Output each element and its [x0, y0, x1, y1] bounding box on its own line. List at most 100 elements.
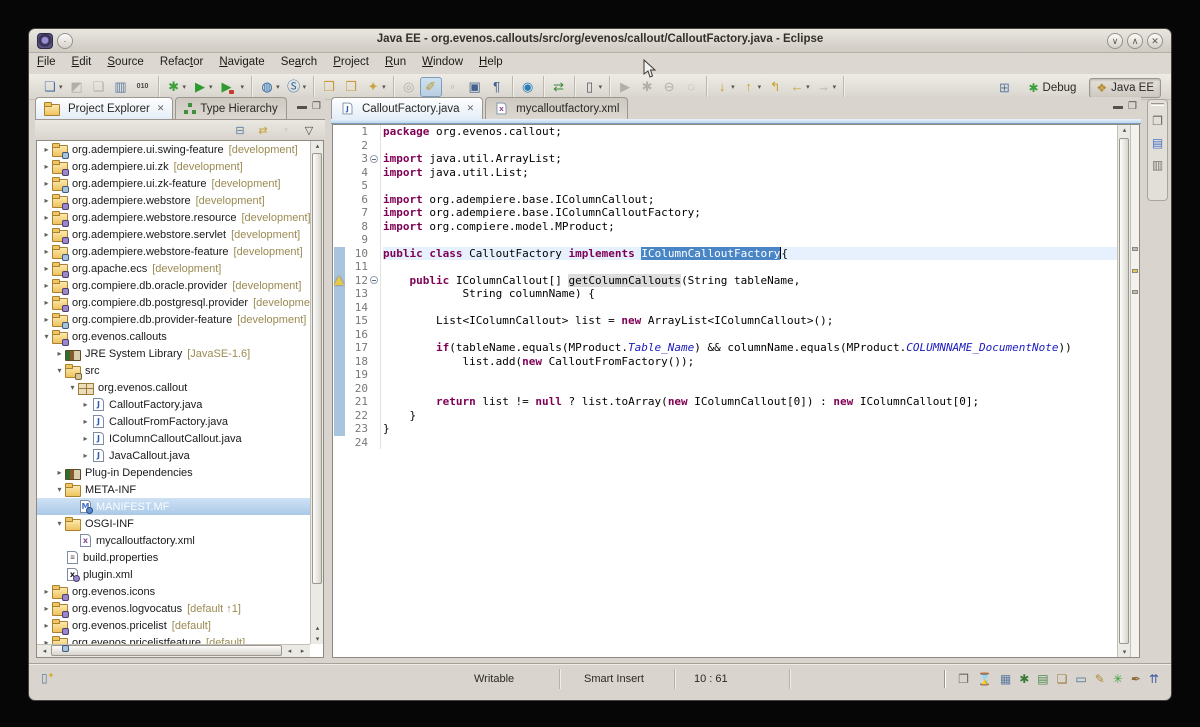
ant-build-icon[interactable]: ✱ [1019, 669, 1029, 689]
dropdown-arrow-icon[interactable]: ▾ [241, 83, 245, 91]
folding-column[interactable] [368, 395, 381, 409]
maximize-view-icon[interactable]: ❒ [312, 101, 321, 112]
dropdown-arrow-icon[interactable]: ▾ [806, 83, 810, 91]
scroll-left-icon[interactable]: ◂ [38, 647, 51, 655]
maximize-button[interactable]: ∧ [1127, 33, 1143, 49]
folding-column[interactable] [368, 274, 381, 288]
minimize-view-icon[interactable]: ▬ [297, 101, 307, 112]
code-line-9[interactable]: 9 [346, 233, 1117, 247]
tree-item-src[interactable]: ▾src [37, 362, 310, 379]
expanded-arrow-icon[interactable]: ▾ [54, 519, 65, 528]
code-line-23[interactable]: 23} [346, 422, 1117, 436]
fold-collapse-icon[interactable] [370, 155, 378, 163]
print-button[interactable]: ▥ [110, 77, 132, 97]
folding-column[interactable] [368, 260, 381, 274]
new-wizard-button[interactable]: ❏▾ [39, 77, 66, 97]
menu-run[interactable]: Run [377, 53, 414, 74]
dropdown-arrow-icon[interactable]: ▾ [731, 83, 735, 91]
collapsed-arrow-icon[interactable]: ▸ [41, 145, 52, 154]
menu-help[interactable]: Help [471, 53, 511, 74]
tree-item-calloutfactory-java[interactable]: ▸JCalloutFactory.java [37, 396, 310, 413]
previous-annotation-button[interactable]: ↑▾ [738, 77, 765, 97]
maximize-editor-icon[interactable]: ❒ [1128, 101, 1137, 112]
folding-column[interactable] [368, 125, 381, 139]
tree-item-org-adempiere-ui-zk[interactable]: ▸org.adempiere.ui.zk[development] [37, 158, 310, 175]
overview-ruler[interactable] [1130, 125, 1139, 657]
view-menu-button[interactable]: ▽ [301, 124, 317, 137]
fold-collapse-icon[interactable] [370, 276, 378, 284]
drag-handle[interactable] [944, 670, 946, 688]
tab-project-explorer[interactable]: Project Explorer✕ [35, 97, 173, 119]
notepad-icon[interactable]: ✎ [1095, 669, 1105, 689]
folding-column[interactable] [368, 220, 381, 234]
occurrence-overview-marker[interactable] [1132, 247, 1138, 251]
filters-button[interactable]: ◦ [278, 124, 294, 136]
tree-item-javacallout-java[interactable]: ▸JJavaCallout.java [37, 447, 310, 464]
tree-item-meta-inf[interactable]: ▾META-INF [37, 481, 310, 498]
tree-item-org-evenos-callout[interactable]: ▾org.evenos.callout [37, 379, 310, 396]
tree-item-org-adempiere-webstore-feature[interactable]: ▸org.adempiere.webstore-feature[developm… [37, 243, 310, 260]
link-with-editor-button[interactable]: ⇄ [255, 124, 271, 137]
close-tab-icon[interactable]: ✕ [467, 103, 475, 114]
tab-type-hierarchy[interactable]: Type Hierarchy [175, 97, 286, 119]
code-line-5[interactable]: 5 [346, 179, 1117, 193]
tree-item-org-adempiere-ui-swing-feature[interactable]: ▸org.adempiere.ui.swing-feature[developm… [37, 141, 310, 158]
perspective-java-ee[interactable]: ❖Java EE [1089, 78, 1161, 98]
project-tree[interactable]: ▸org.adempiere.ui.swing-feature[developm… [36, 140, 324, 658]
collapsed-arrow-icon[interactable]: ▸ [80, 417, 91, 426]
last-edit-location-button[interactable]: ↰ [764, 77, 786, 97]
folding-column[interactable] [368, 422, 381, 436]
scroll-down-icon[interactable]: ▾ [311, 635, 324, 643]
tree-item-org-adempiere-webstore-servlet[interactable]: ▸org.adempiere.webstore.servlet[developm… [37, 226, 310, 243]
collapsed-arrow-icon[interactable]: ▸ [80, 434, 91, 443]
outline-view-button[interactable]: ▤ [1152, 136, 1163, 150]
search-button[interactable]: ✦▾ [362, 77, 389, 97]
menu-file[interactable]: File [29, 53, 64, 74]
code-line-18[interactable]: 18 list.add(new CalloutFromFactory()); [346, 355, 1117, 369]
folding-column[interactable] [368, 301, 381, 315]
collapsed-arrow-icon[interactable]: ▸ [80, 451, 91, 460]
scroll-left-icon[interactable]: ◂ [283, 647, 296, 655]
collapsed-arrow-icon[interactable]: ▸ [41, 230, 52, 239]
open-perspective-button[interactable]: ⊞ [993, 78, 1015, 98]
code-line-7[interactable]: 7import org.adempiere.base.IColumnCallou… [346, 206, 1117, 220]
restore-views-button[interactable]: ❐ [1152, 114, 1163, 128]
collapsed-arrow-icon[interactable]: ▸ [41, 264, 52, 273]
tree-vertical-scrollbar[interactable]: ▴ ▴ ▾ [310, 141, 323, 644]
console-view-button[interactable]: ▥ [1152, 158, 1163, 172]
tree-item-plugin-xml[interactable]: xplugin.xml [37, 566, 310, 583]
dropdown-arrow-icon[interactable]: ▾ [833, 83, 837, 91]
folding-column[interactable] [368, 193, 381, 207]
perspective-debug[interactable]: ✱Debug [1021, 78, 1083, 98]
collapsed-arrow-icon[interactable]: ▸ [41, 162, 52, 171]
arrows-up-icon[interactable]: ⇈ [1149, 669, 1159, 689]
dropdown-arrow-icon[interactable]: ▾ [758, 83, 762, 91]
folding-column[interactable] [368, 328, 381, 342]
tree-item-org-evenos-icons[interactable]: ▸org.evenos.icons [37, 583, 310, 600]
code-line-11[interactable]: 11 [346, 260, 1117, 274]
back-button[interactable]: ←▾ [786, 77, 813, 97]
tree-item-calloutfromfactory-java[interactable]: ▸JCalloutFromFactory.java [37, 413, 310, 430]
expanded-arrow-icon[interactable]: ▾ [54, 485, 65, 494]
collapsed-arrow-icon[interactable]: ▸ [41, 213, 52, 222]
dropdown-arrow-icon[interactable]: ▾ [59, 83, 63, 91]
tree-item-manifest-mf[interactable]: MMANIFEST.MF [37, 498, 310, 515]
menu-refactor[interactable]: Refactor [152, 53, 211, 74]
editor-vertical-scrollbar[interactable]: ▴ ▾ [1117, 125, 1130, 657]
tree-horizontal-scrollbar[interactable]: ◂ ◂ ▸ [37, 644, 310, 657]
code-line-16[interactable]: 16 [346, 328, 1117, 342]
tree-item-jre-system-library[interactable]: ▸JRE System Library[JavaSE-1.6] [37, 345, 310, 362]
tree-item-osgi-inf[interactable]: ▾OSGI-INF [37, 515, 310, 532]
element-menu-button[interactable]: ▯▾ [579, 77, 606, 97]
code-line-19[interactable]: 19 [346, 368, 1117, 382]
collapsed-arrow-icon[interactable]: ▸ [41, 196, 52, 205]
code-line-3[interactable]: 3import java.util.ArrayList; [346, 152, 1117, 166]
code-line-4[interactable]: 4import java.util.List; [346, 166, 1117, 180]
tree-item-build-properties[interactable]: ≡build.properties [37, 549, 310, 566]
code-line-12[interactable]: 12 public IColumnCallout[] getColumnCall… [346, 274, 1117, 288]
collapsed-arrow-icon[interactable]: ▸ [41, 179, 52, 188]
tree-item-icolumncalloutcallout-java[interactable]: ▸JIColumnCalloutCallout.java [37, 430, 310, 447]
tree-item-org-compiere-db-postgresql-provider[interactable]: ▸org.compiere.db.postgresql.provider[dev… [37, 294, 310, 311]
collapsed-arrow-icon[interactable]: ▸ [80, 400, 91, 409]
editor-tab-mycalloutfactory-xml[interactable]: xmycalloutfactory.xml [485, 97, 628, 119]
